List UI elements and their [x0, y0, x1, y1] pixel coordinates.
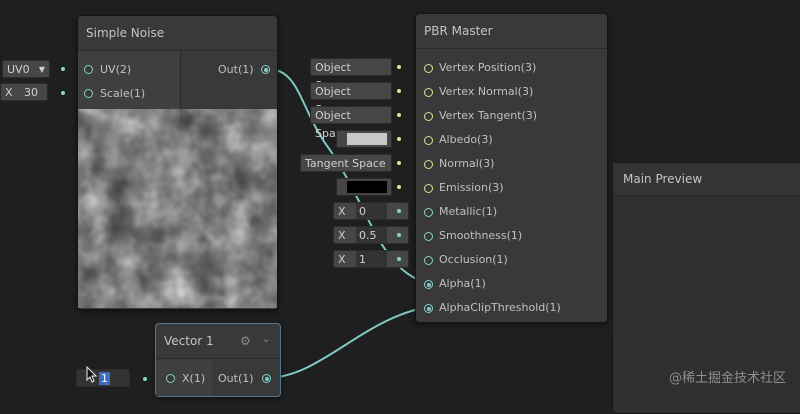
chevron-down-icon[interactable]: ⌄ [262, 334, 270, 345]
pbr-input-dot-6 [397, 209, 401, 213]
vector1-x-label: X(1) [182, 372, 206, 385]
pbr-port-8[interactable] [424, 256, 433, 265]
pbr-port-2[interactable] [424, 112, 433, 121]
pbr-port-label-2: Vertex Tangent(3) [439, 109, 538, 122]
watermark: @稀土掘金技术社区 [668, 371, 786, 386]
pbr-input-dot-5 [397, 185, 401, 189]
chevron-down-icon: ▼ [38, 65, 45, 74]
pbr-port-label-10: AlphaClipThreshold(1) [439, 301, 561, 314]
pbr-port-label-4: Normal(3) [439, 157, 495, 170]
pbr-port-10[interactable] [424, 304, 433, 313]
space-dropdown-0[interactable]: Object Space [310, 58, 392, 92]
wire-vector1-to-alphaclip [265, 306, 428, 379]
noise-out-label: Out(1) [218, 63, 254, 76]
uv-port-label: UV(2) [100, 63, 132, 76]
noise-preview-image [78, 109, 277, 308]
pbr-port-0[interactable] [424, 64, 433, 73]
space-dropdown-1[interactable]: Object Space [310, 82, 392, 116]
color-fill [347, 181, 387, 193]
shader-graph-canvas[interactable]: Simple Noise UV(2) Scale(1) Out(1) UV0 ▼… [0, 0, 800, 414]
simple-noise-node[interactable]: Simple Noise UV(2) Scale(1) Out(1) [77, 15, 278, 310]
pbr-port-label-7: Smoothness(1) [439, 229, 523, 242]
scale-connector-dot [61, 91, 65, 95]
pbr-input-dot-2 [397, 113, 401, 117]
pbr-port-4[interactable] [424, 160, 433, 169]
space-dropdown-2[interactable]: Object Space [310, 106, 392, 140]
pbr-port-label-0: Vertex Position(3) [439, 61, 537, 74]
noise-out-port[interactable] [261, 65, 270, 74]
emission-color-swatch[interactable] [336, 178, 392, 196]
pbr-port-5[interactable] [424, 184, 433, 193]
gear-icon[interactable]: ⚙ [240, 334, 251, 348]
mouse-cursor-icon [86, 366, 98, 383]
vector1-value-field[interactable]: 1 [76, 369, 130, 387]
simple-noise-title: Simple Noise [78, 16, 277, 51]
pbr-port-label-6: Metallic(1) [439, 205, 498, 218]
color-fill [347, 133, 387, 145]
pbr-port-label-9: Alpha(1) [439, 277, 486, 290]
vector1-node[interactable]: Vector 1 ⚙ ⌄ X(1) Out(1) [155, 323, 281, 397]
pbr-port-6[interactable] [424, 208, 433, 217]
vector1-out-port[interactable] [262, 374, 271, 383]
main-preview-title: Main Preview [613, 163, 800, 196]
space-dropdown-4[interactable]: Tangent Space [300, 154, 392, 172]
pbr-port-9[interactable] [424, 280, 433, 289]
uv-channel-dropdown[interactable]: UV0 ▼ [2, 60, 50, 78]
pbr-input-dot-1 [397, 89, 401, 93]
pbr-port-1[interactable] [424, 88, 433, 97]
pbr-input-dot-0 [397, 65, 401, 69]
uv-port[interactable] [84, 65, 93, 74]
pbr-input-dot-3 [397, 137, 401, 141]
pbr-input-dot-7 [397, 233, 401, 237]
pbr-port-3[interactable] [424, 136, 433, 145]
albedo-color-swatch[interactable] [336, 130, 392, 148]
pbr-input-dot-4 [397, 161, 401, 165]
pbr-port-label-5: Emission(3) [439, 181, 504, 194]
scale-field[interactable]: X 30 [0, 83, 48, 101]
pbr-master-node[interactable]: PBR Master Vertex Position(3) Vertex Norm… [415, 13, 608, 323]
pbr-master-title: PBR Master [416, 14, 607, 49]
vector1-out-label: Out(1) [218, 372, 254, 385]
pbr-port-7[interactable] [424, 232, 433, 241]
vector1-x-port[interactable] [166, 374, 175, 383]
pbr-port-label-8: Occlusion(1) [439, 253, 508, 266]
scale-port-label: Scale(1) [100, 87, 146, 100]
uv-connector-dot [61, 67, 65, 71]
vector1-connector-dot [143, 377, 147, 381]
scale-port[interactable] [84, 89, 93, 98]
pbr-port-label-3: Albedo(3) [439, 133, 493, 146]
pbr-input-dot-8 [397, 257, 401, 261]
pbr-port-label-1: Vertex Normal(3) [439, 85, 534, 98]
